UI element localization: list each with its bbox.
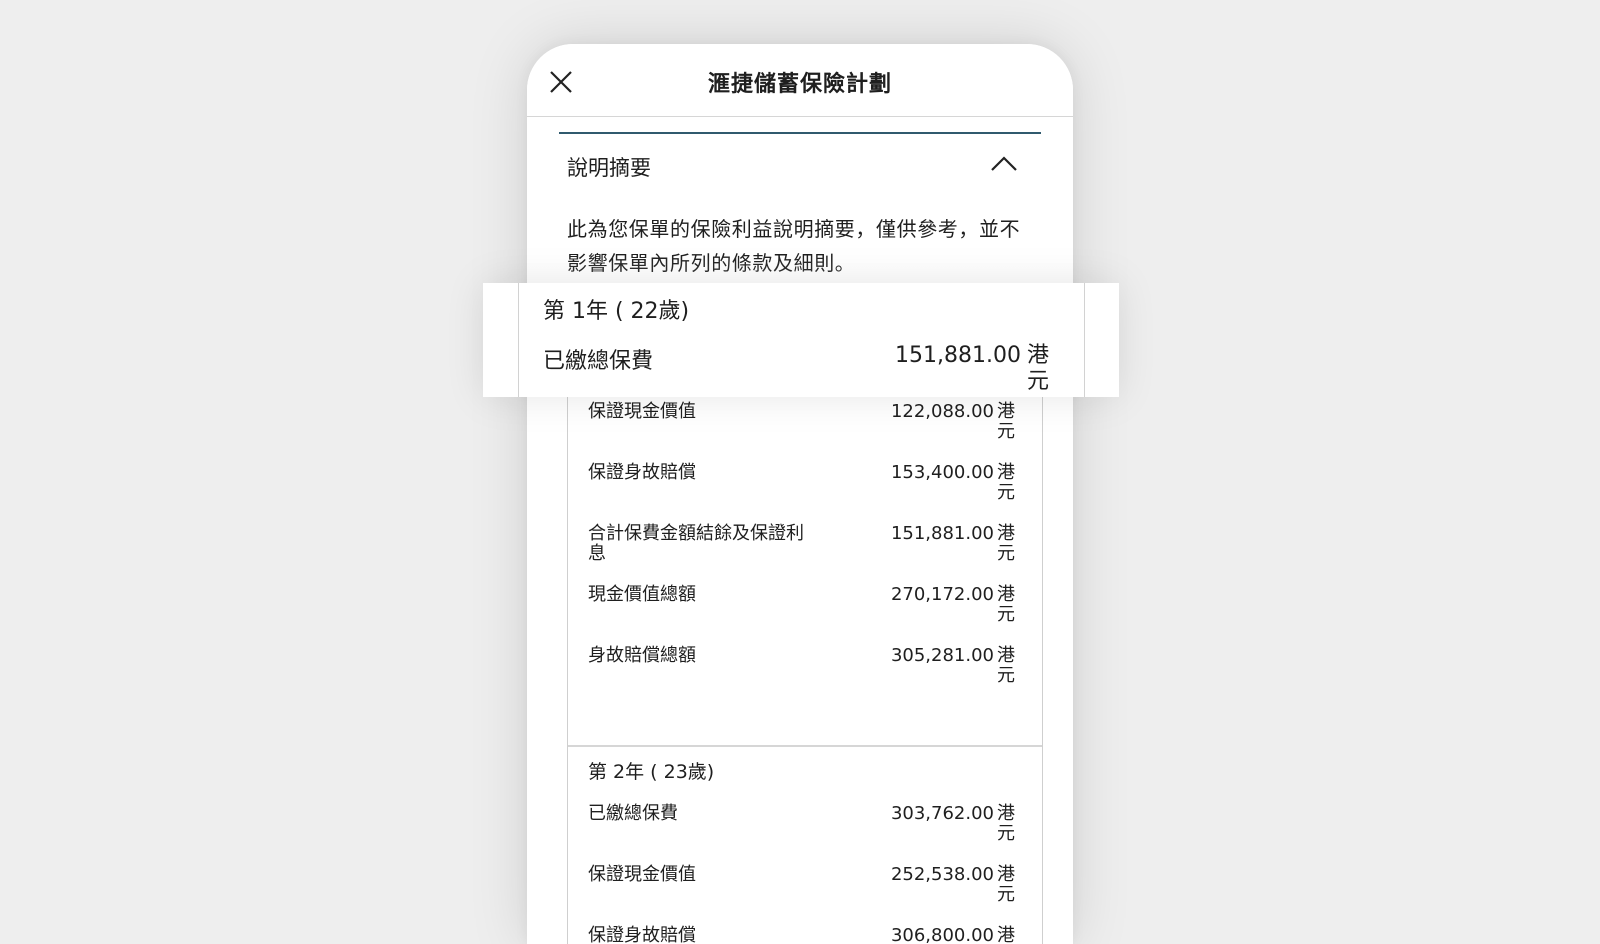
chevron-up-icon[interactable]	[989, 152, 1019, 176]
row-currency: 港元	[997, 523, 1015, 564]
table-row: 身故賠償總額 305,281.00 港元	[568, 640, 1042, 700]
row-currency: 港元	[997, 864, 1015, 905]
app-header: 滙捷儲蓄保險計劃	[527, 44, 1073, 117]
row-label: 保證身故賠償	[588, 462, 696, 483]
row-currency: 港元	[1026, 343, 1049, 394]
benefit-table: 保證現金價值 122,088.00 港元 保證身故賠償 153,400.00 港…	[567, 364, 1043, 944]
row-label: 現金價值總額	[588, 584, 696, 605]
table-row: 保證身故賠償 306,800.00 港元	[568, 920, 1042, 944]
row-label: 合計保費金額結餘及保證利息	[588, 523, 804, 564]
row-value: 252,538.00	[890, 864, 994, 885]
table-row: 已繳總保費 303,762.00 港元	[568, 798, 1042, 858]
row-label: 身故賠償總額	[588, 645, 696, 666]
section-divider	[559, 132, 1041, 134]
row-value: 151,881.00	[895, 343, 1021, 368]
row-currency: 港元	[997, 401, 1015, 442]
row-currency: 港元	[997, 925, 1015, 944]
page-title: 滙捷儲蓄保險計劃	[707, 72, 892, 97]
row-value: 151,881.00	[890, 523, 994, 544]
year-heading: 第 2年 ( 23歲)	[588, 761, 715, 783]
row-label: 保證現金價值	[588, 864, 696, 885]
zoomed-row-callout: 第 1年 ( 22歲) 已繳總保費 151,881.00 港元	[483, 283, 1119, 397]
callout-border-right	[1084, 283, 1085, 397]
year-divider	[568, 745, 1042, 747]
row-label: 已繳總保費	[588, 803, 678, 824]
row-label: 保證現金價值	[588, 401, 696, 422]
row-label: 保證身故賠償	[588, 925, 696, 944]
table-row: 現金價值總額 270,172.00 港元	[568, 579, 1042, 639]
year-heading: 第 1年 ( 22歲)	[543, 299, 690, 324]
row-currency: 港元	[997, 584, 1015, 625]
row-value: 306,800.00	[890, 925, 994, 944]
row-label: 已繳總保費	[543, 349, 654, 374]
table-row: 合計保費金額結餘及保證利息 151,881.00 港元	[568, 518, 1042, 578]
table-row: 保證現金價值 122,088.00 港元	[568, 396, 1042, 456]
table-row: 保證身故賠償 153,400.00 港元	[568, 457, 1042, 517]
row-currency: 港元	[997, 803, 1015, 844]
row-value: 122,088.00	[890, 401, 994, 422]
phone-frame: 滙捷儲蓄保險計劃 說明摘要 此為您保單的保險利益說明摘要，僅供參考，並不影響保單…	[527, 44, 1073, 944]
row-value: 303,762.00	[890, 803, 994, 824]
row-value: 153,400.00	[890, 462, 994, 483]
row-currency: 港元	[997, 462, 1015, 503]
row-value: 270,172.00	[890, 584, 994, 605]
callout-border-left	[518, 283, 519, 397]
table-row: 保證現金價值 252,538.00 港元	[568, 859, 1042, 919]
row-value: 305,281.00	[890, 645, 994, 666]
summary-section-title[interactable]: 說明摘要	[567, 152, 651, 182]
row-currency: 港元	[997, 645, 1015, 686]
summary-description: 此為您保單的保險利益說明摘要，僅供參考，並不影響保單內所列的條款及細則。	[567, 217, 1021, 275]
